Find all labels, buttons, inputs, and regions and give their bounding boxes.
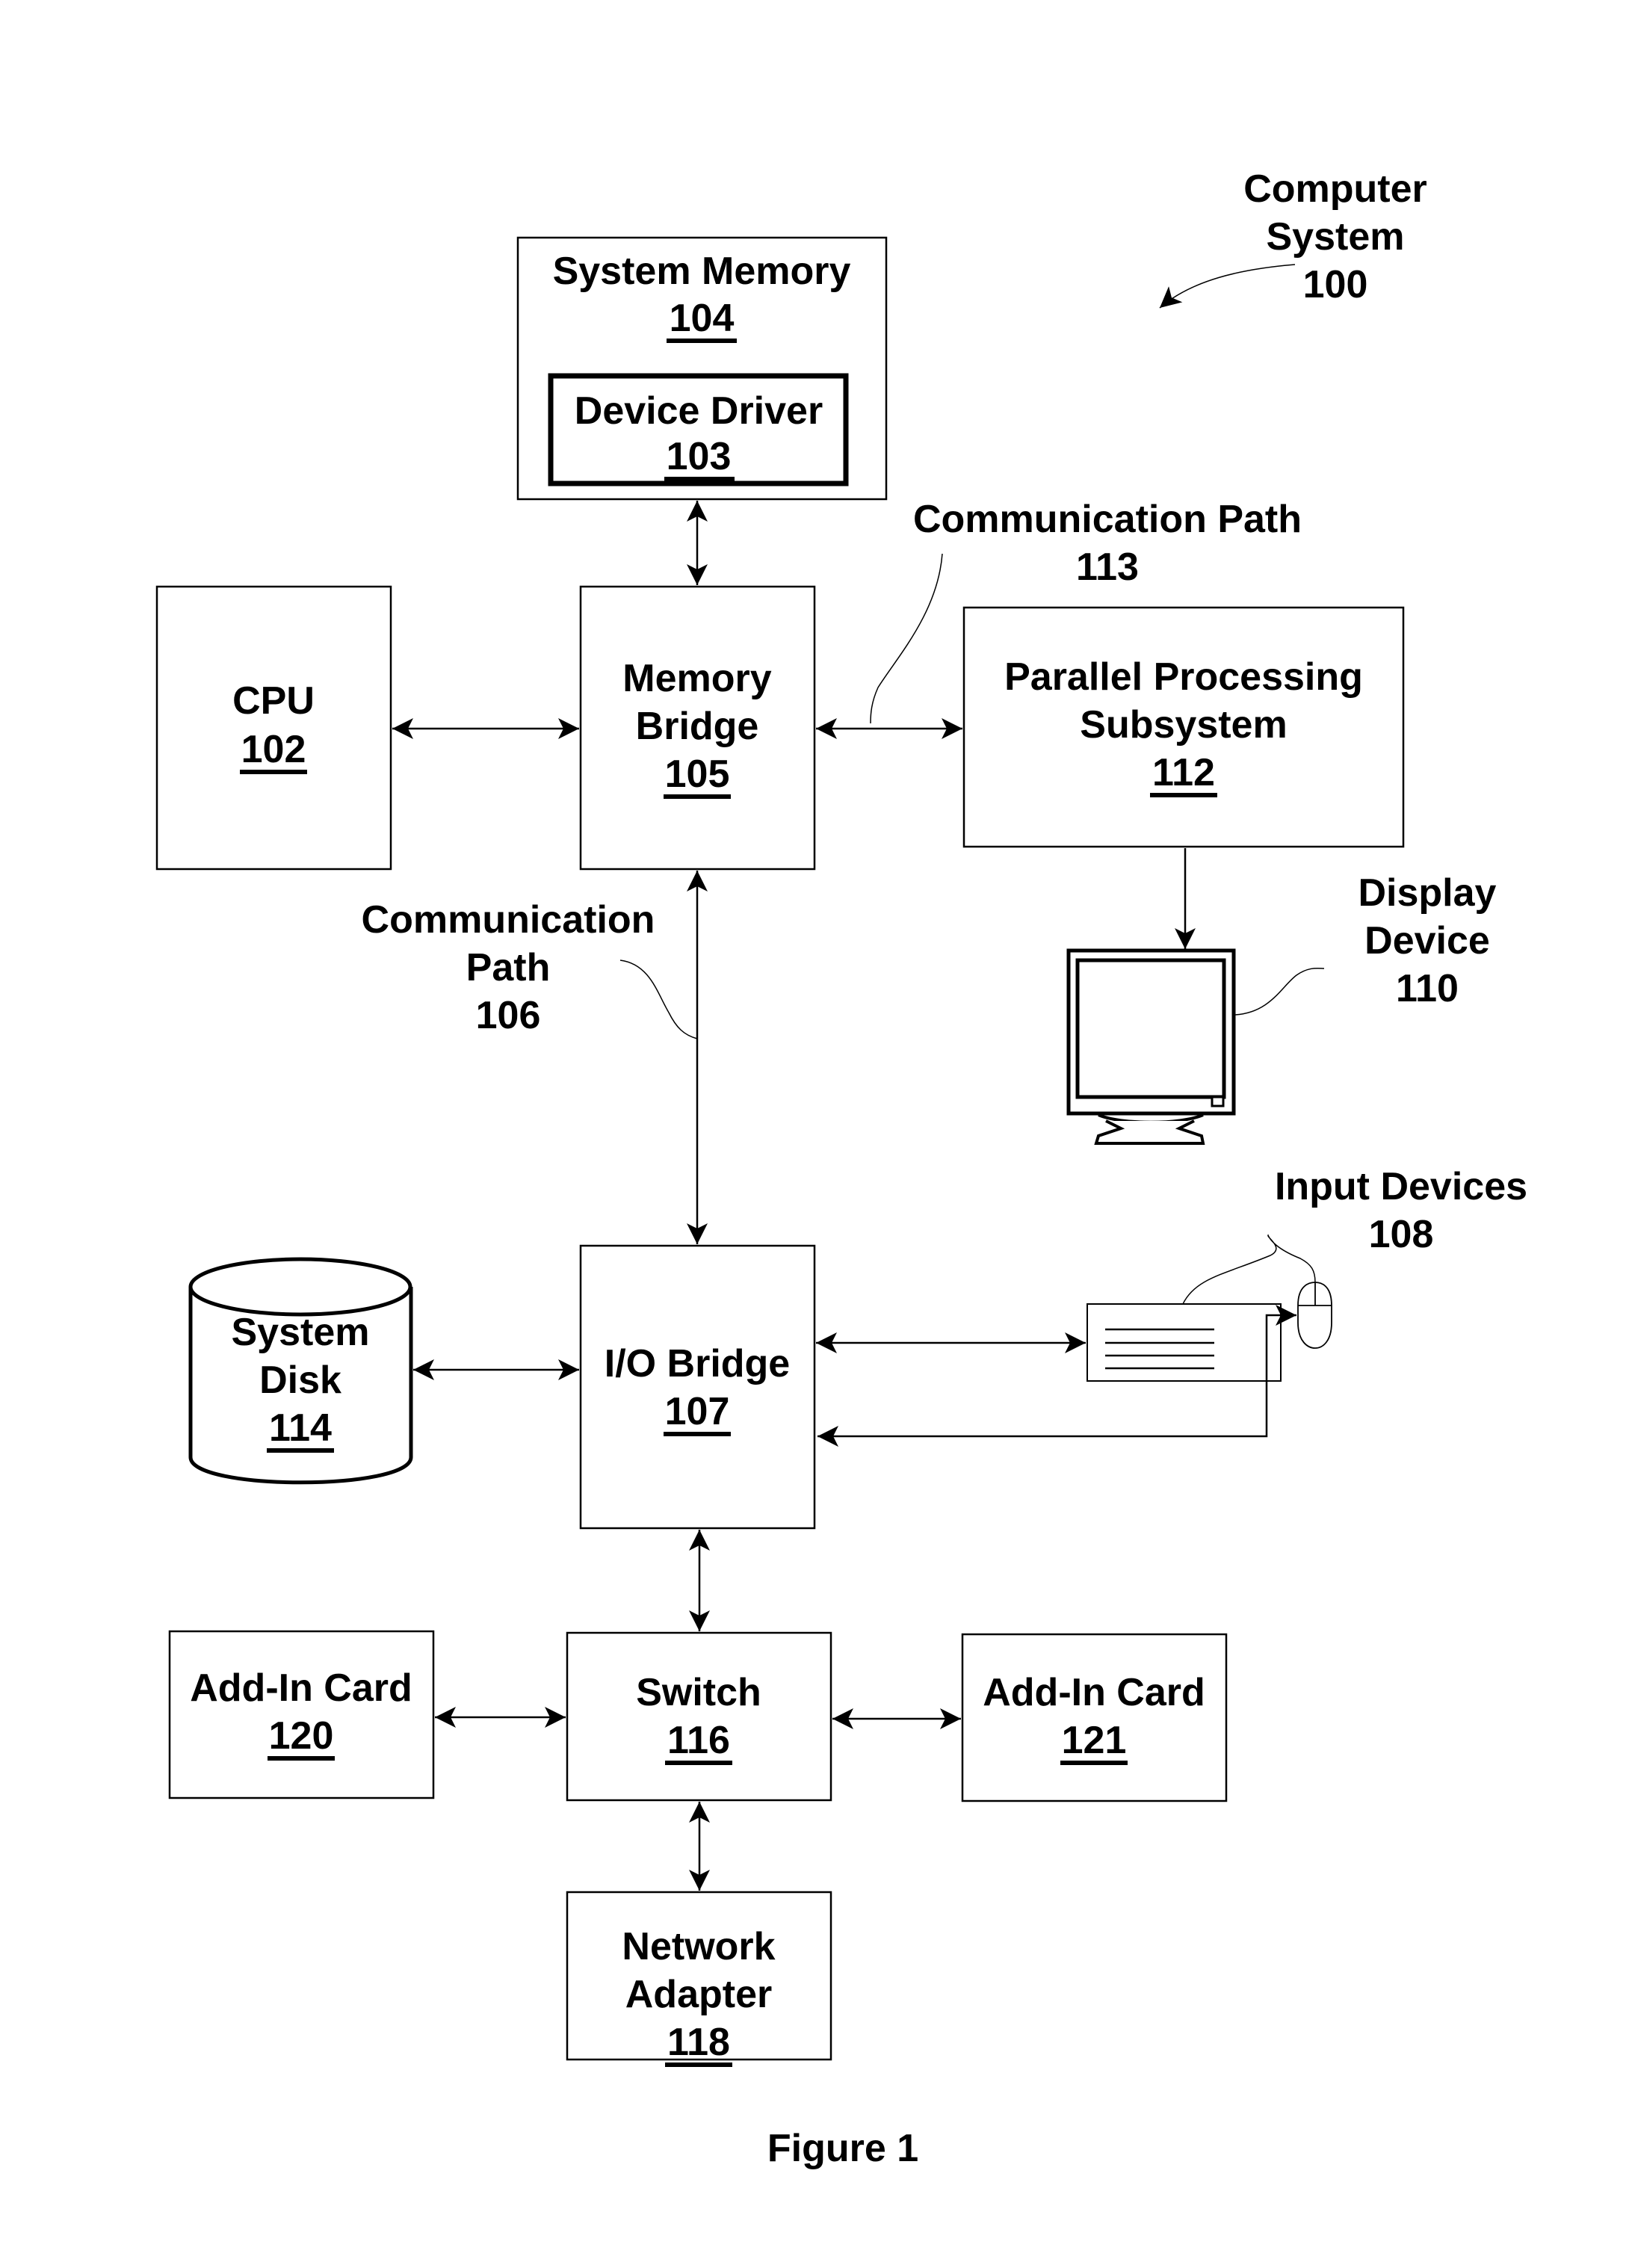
pps-name-line-2: Subsystem	[1080, 703, 1287, 747]
network-adapter-block[interactable]: Network Adapter 118	[566, 1891, 832, 2067]
computer-system-leader-arrow	[1159, 264, 1296, 309]
memory-bridge-name-line-1: Memory	[622, 657, 771, 700]
system-disk-name-line-1: System	[232, 1311, 370, 1354]
keyboard-icon	[1086, 1303, 1282, 1382]
add-in-card-120-name: Add-In Card	[190, 1666, 412, 1710]
comm-path-106-line-1: Communication	[362, 898, 655, 942]
switch-name: Switch	[636, 1671, 761, 1714]
computer-system-ref: 100	[1303, 263, 1368, 306]
parallel-processing-block[interactable]: Parallel Processing Subsystem 112	[962, 606, 1405, 848]
input-devices-brace	[1182, 1234, 1316, 1305]
cpu-ref: 102	[241, 728, 306, 771]
display-device-ref: 110	[1396, 967, 1459, 1010]
memory-bridge-name-line-2: Bridge	[636, 705, 759, 748]
pps-name-line-1: Parallel Processing	[1004, 655, 1363, 699]
cpu-name: CPU	[232, 679, 315, 723]
io-bridge-ref: 107	[665, 1390, 730, 1433]
network-adapter-name-line-2: Adapter	[625, 1973, 772, 2016]
computer-system-line-1: Computer	[1243, 167, 1427, 211]
comm-path-113-line-1: Communication Path	[913, 498, 1302, 541]
comm-path-106-line-2: Path	[466, 946, 551, 989]
comm-path-106-leader	[619, 960, 698, 1039]
comm-path-113-ref: 113	[1076, 546, 1139, 589]
device-driver-ref: 103	[667, 435, 732, 478]
comm-path-113-leader	[870, 553, 943, 724]
switch-block[interactable]: Switch 116	[566, 1631, 832, 1802]
network-adapter-ref: 118	[667, 2021, 730, 2064]
input-devices-ref: 108	[1369, 1213, 1434, 1256]
input-devices[interactable]: Input Devices 108	[1086, 1165, 1527, 1382]
add-in-card-120-ref: 120	[269, 1714, 334, 1758]
system-disk-ref: 114	[269, 1406, 332, 1450]
system-disk-block[interactable]: System Disk 114	[188, 1257, 413, 1485]
add-in-card-120-block[interactable]: Add-In Card 120	[168, 1630, 435, 1799]
system-memory-ref: 104	[670, 297, 735, 340]
system-memory-name: System Memory	[553, 250, 851, 293]
computer-system-line-2: System	[1267, 215, 1405, 259]
device-driver-name: Device Driver	[575, 389, 823, 433]
display-device-line-2: Device	[1364, 919, 1490, 962]
display-device-line-1: Display	[1358, 871, 1497, 915]
memory-bridge-ref: 105	[665, 753, 730, 796]
computer-system-label: Computer System 100	[1159, 167, 1427, 309]
cpu-block[interactable]: CPU 102	[155, 585, 392, 871]
memory-bridge-block[interactable]: Memory Bridge 105	[579, 585, 816, 871]
switch-ref: 116	[667, 1719, 730, 1762]
display-device-leader	[1234, 967, 1325, 1016]
monitor-icon	[1066, 948, 1236, 1145]
comm-path-106-ref: 106	[476, 994, 541, 1037]
block-diagram: Computer System 100 System Memory 104 De…	[155, 167, 1527, 2170]
add-in-card-121-ref: 121	[1062, 1719, 1127, 1762]
system-disk-name-line-2: Disk	[259, 1359, 341, 1402]
device-driver-block[interactable]: Device Driver 103	[548, 373, 849, 486]
input-devices-line-1: Input Devices	[1275, 1165, 1527, 1208]
mouse-icon	[1297, 1282, 1332, 1349]
add-in-card-121-name: Add-In Card	[983, 1671, 1205, 1714]
pps-ref: 112	[1152, 751, 1215, 794]
io-bridge-name: I/O Bridge	[605, 1342, 790, 1385]
network-adapter-name-line-1: Network	[622, 1925, 775, 1968]
add-in-card-121-block[interactable]: Add-In Card 121	[961, 1633, 1228, 1802]
comm-path-106-callout: Communication Path 106	[362, 898, 698, 1039]
display-device[interactable]: Display Device 110	[1066, 871, 1497, 1145]
io-bridge-block[interactable]: I/O Bridge 107	[579, 1244, 816, 1530]
figure-caption: Figure 1	[767, 2127, 918, 2170]
